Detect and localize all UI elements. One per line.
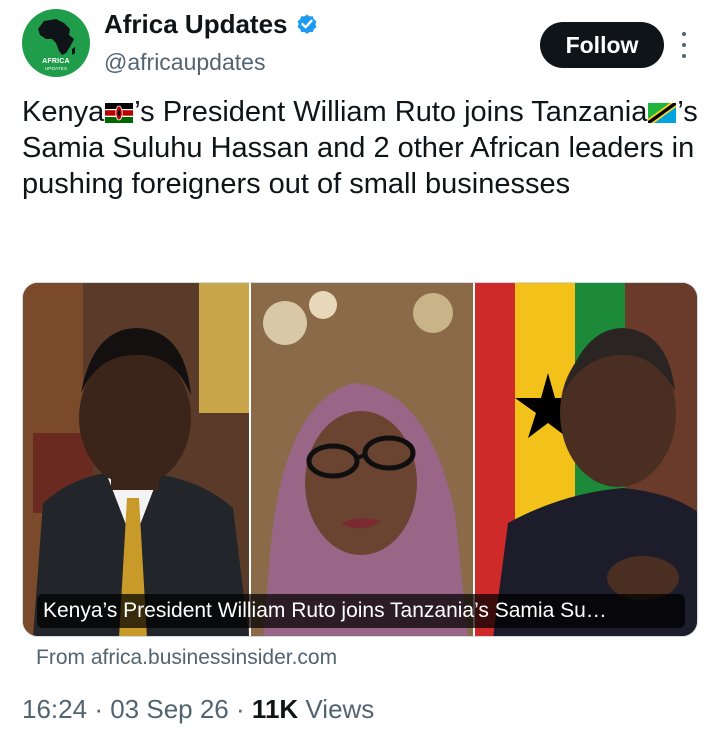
views-count[interactable]: 11K xyxy=(252,694,298,724)
tweet-time[interactable]: 16:24 xyxy=(22,694,87,724)
avatar-label: AFRICA xyxy=(42,58,70,65)
tweet-date[interactable]: 03 Sep 26 xyxy=(110,694,229,724)
kenya-flag-icon xyxy=(105,103,134,123)
verified-badge-icon xyxy=(297,14,316,34)
tweet-text: Kenya ’s President William Ruto joins Ta… xyxy=(22,94,702,202)
meta-separator: · xyxy=(94,694,103,724)
more-dot xyxy=(682,32,686,36)
leaders-photo xyxy=(23,283,697,636)
account-handle[interactable]: @africaupdates xyxy=(104,48,265,76)
name-row: Africa Updates xyxy=(104,8,319,40)
tweet-header: AFRICA UPDATES Africa Updates @africaupd… xyxy=(0,0,717,90)
link-card[interactable]: Kenya’s President William Ruto joins Tan… xyxy=(22,282,698,637)
more-options-button[interactable] xyxy=(676,28,692,62)
more-dot xyxy=(682,54,686,58)
account-avatar[interactable]: AFRICA UPDATES xyxy=(22,9,90,77)
views-label[interactable]: Views xyxy=(305,694,374,724)
card-caption: Kenya’s President William Ruto joins Tan… xyxy=(43,599,607,622)
tweet-text-part: Kenya xyxy=(22,96,105,128)
meta-separator: · xyxy=(236,694,245,724)
avatar-sublabel: UPDATES xyxy=(44,66,68,71)
tanzania-flag-icon xyxy=(648,103,677,123)
tweet-meta: 16:24 · 03 Sep 26 · 11K Views xyxy=(22,693,374,725)
follow-button[interactable]: Follow xyxy=(540,22,664,68)
card-source-link[interactable]: From africa.businessinsider.com xyxy=(36,645,337,671)
tweet-text-part: ’s President William Ruto joins Tanzania xyxy=(134,96,648,128)
more-dot xyxy=(682,43,686,47)
display-name[interactable]: Africa Updates xyxy=(104,8,288,40)
